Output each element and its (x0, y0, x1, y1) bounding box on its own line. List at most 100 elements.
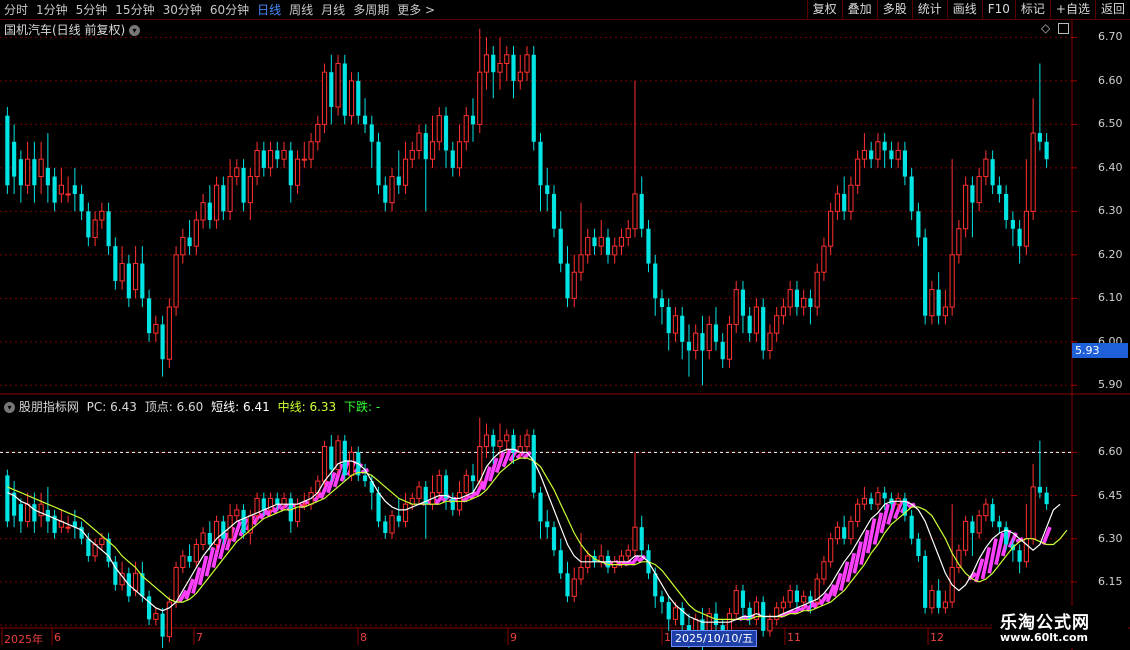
main-candle-body (780, 306, 787, 317)
main-candle-body (794, 289, 800, 308)
main-candle-body (470, 115, 476, 125)
panel-toggle-icon[interactable] (1058, 23, 1070, 34)
indicator-candle-body (18, 504, 23, 522)
diamond-icon[interactable]: ◇ (1041, 21, 1050, 35)
main-candle-body (376, 141, 381, 186)
indicator-candle-body (5, 475, 10, 522)
indicator-candle-body (774, 607, 780, 620)
stock-title: 国机汽车(日线 前复权) (4, 23, 126, 37)
main-candle-body (889, 150, 894, 160)
main-candle-body (686, 341, 692, 351)
main-candle-body (1023, 210, 1029, 247)
indicator-candle-body (801, 595, 807, 603)
main-candle-body (909, 176, 914, 212)
indicator-candle-body (524, 434, 530, 448)
main-candle-body (659, 298, 665, 308)
date-label: 8 (360, 631, 367, 644)
main-candle-body (1037, 133, 1042, 142)
band-hatch (1041, 526, 1052, 546)
main-candle-body (113, 246, 118, 281)
main-candle-body (639, 193, 644, 229)
main-candle-body (187, 237, 192, 247)
indicator-candle-body (794, 590, 800, 603)
main-candle-body (1044, 141, 1049, 160)
main-candle-body (18, 159, 23, 186)
main-candle-body (1017, 228, 1022, 247)
indicator-candle-body (558, 550, 563, 574)
indicator-candle-body (970, 521, 975, 533)
indicator-candle-body (281, 497, 287, 505)
indicator-candle-body (65, 526, 71, 529)
date-label: 2025年 (4, 633, 43, 646)
main-candle-body (902, 150, 908, 177)
main-candle-body (58, 184, 64, 195)
main-candle-body (436, 115, 442, 143)
main-candle-body (429, 141, 436, 160)
main-candle-body (976, 176, 982, 204)
date-label: 9 (510, 631, 517, 644)
main-candle-body (551, 193, 557, 229)
indicator-candle-body (834, 526, 841, 540)
main-candle-body (389, 176, 395, 204)
indicator-candle-body (301, 503, 307, 506)
y-label: 6.40 (1098, 160, 1123, 174)
cursor-date-label: 2025/10/10/五 (671, 630, 758, 647)
indicator-candle-body (234, 509, 240, 517)
main-candle-body (288, 150, 293, 186)
main-candle-body (456, 141, 463, 169)
y-label: 6.10 (1098, 291, 1123, 305)
indicator-candle-body (32, 504, 37, 522)
indicator-candle-body (578, 567, 584, 580)
panel-controls: ◇ (1041, 21, 1070, 35)
main-candle-body (106, 211, 111, 247)
indicator-candle-body (828, 538, 834, 563)
indicator-candle-body (207, 532, 212, 545)
indicator-candle-body (450, 498, 455, 510)
indicator-y-label: 6.60 (1098, 445, 1123, 459)
main-candle-body (396, 176, 401, 186)
indicator-candle-body (848, 520, 854, 540)
main-candle-body (558, 228, 563, 264)
indicator-candle-body (383, 521, 388, 533)
main-candle-body (929, 289, 935, 317)
top-label: 顶点: (144, 400, 173, 414)
main-candle-body (423, 133, 428, 160)
indicator-candle-body (261, 498, 266, 510)
indicator-candle-body (936, 590, 941, 608)
y-label: 6.50 (1098, 117, 1123, 131)
indicator-candle-body (659, 596, 665, 603)
main-candle-body (680, 315, 685, 342)
main-candle-body (180, 236, 186, 256)
indicator-candle-body (923, 556, 928, 608)
indicator-candle-body (193, 543, 199, 563)
indicator-candle-body (990, 504, 995, 522)
indicator-candle-body (416, 486, 422, 499)
main-candle-body (45, 167, 50, 186)
short-label: 短线: (211, 400, 240, 414)
main-candle-body (342, 63, 347, 116)
main-candle-body (598, 236, 604, 247)
main-candle-body (774, 315, 780, 334)
main-candle-body (882, 141, 887, 151)
main-candle-body (166, 306, 172, 360)
indicator-candle-body (666, 602, 671, 620)
main-candle-body (936, 289, 941, 316)
band-hatch (204, 546, 216, 577)
indicator-candle-body (1044, 492, 1049, 505)
main-candle-body (956, 228, 962, 256)
main-candle-body (383, 185, 388, 203)
main-candle-body (618, 236, 625, 247)
y-label: 6.20 (1098, 247, 1123, 261)
main-candle-body (497, 62, 503, 73)
chevron-down-icon[interactable]: ▾ (129, 25, 141, 36)
main-candle-body (726, 323, 733, 360)
main-candle-body (578, 254, 584, 273)
main-candle-body (787, 289, 793, 308)
main-candle-body (153, 323, 159, 334)
indicator-candle-body (200, 532, 206, 545)
indicator-name: 股朋指标网 (18, 400, 79, 414)
main-candle-body (834, 193, 841, 212)
watermark: 乐淘公式网 www.60lt.com (992, 606, 1128, 648)
chevron-down-icon[interactable]: ▾ (4, 402, 15, 413)
main-candle-body (409, 149, 415, 160)
